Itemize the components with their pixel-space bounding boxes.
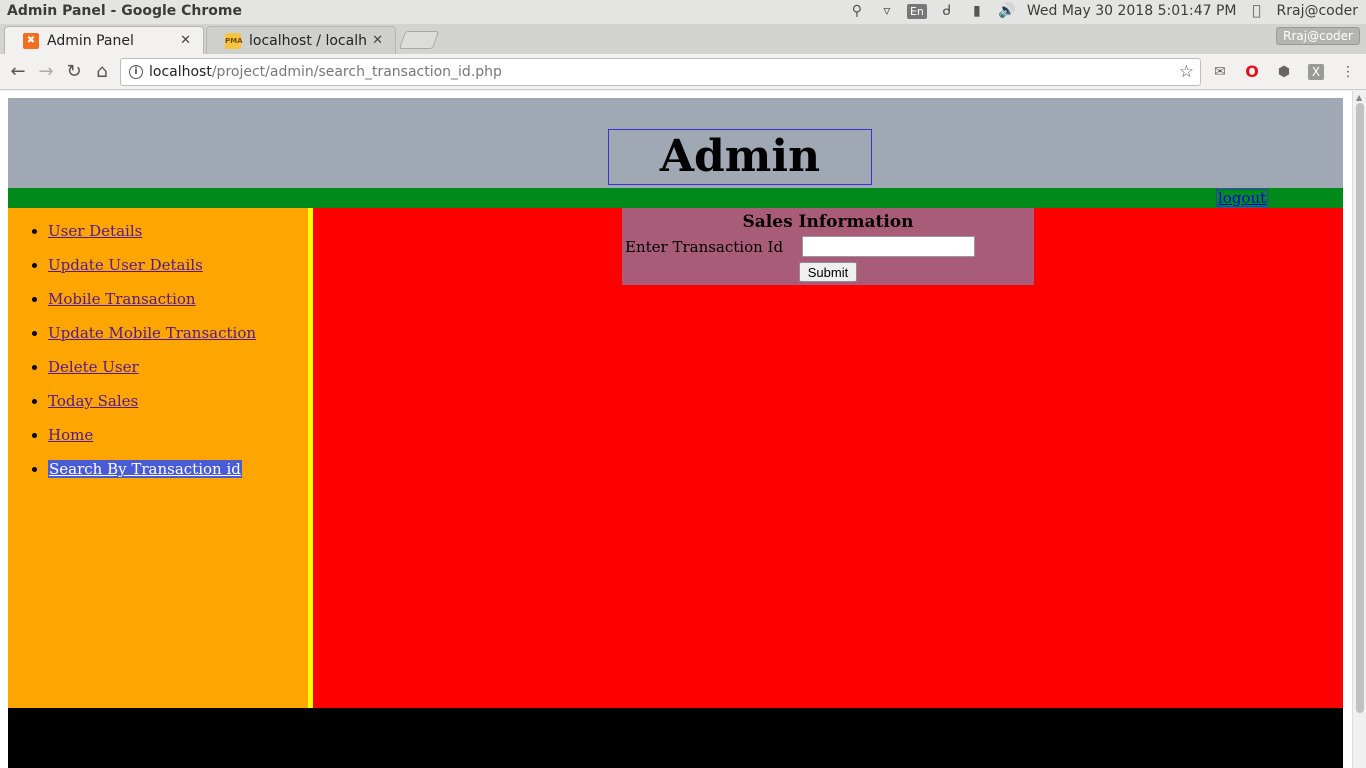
- session-user[interactable]: Rraj@coder: [1277, 3, 1358, 19]
- main-content: Sales Information Enter Transaction Id S…: [313, 208, 1343, 708]
- sidebar-item-delete-user: Delete User: [48, 358, 308, 392]
- mobile-transaction-link[interactable]: Mobile Transaction: [48, 290, 196, 308]
- top-nav-bar: logout: [8, 188, 1343, 208]
- delete-user-link[interactable]: Delete User: [48, 358, 139, 376]
- home-icon[interactable]: ⌂: [90, 60, 114, 84]
- scrollbar-thumb[interactable]: [1356, 103, 1364, 713]
- profile-button[interactable]: Rraj@coder: [1276, 27, 1360, 45]
- page-title: Admin Panel: [608, 129, 872, 236]
- tab-phpmyadmin[interactable]: PMA localhost / localhos ✕: [206, 26, 396, 54]
- bookmark-star-icon[interactable]: ☆: [1179, 62, 1194, 82]
- sidebar-item-mobile-transaction: Mobile Transaction: [48, 290, 308, 324]
- page-header: Admin Panel: [8, 98, 1343, 236]
- apple-icon[interactable]: : [1247, 2, 1267, 20]
- search-by-transaction-id-link[interactable]: Search By Transaction id: [48, 460, 242, 478]
- wifi-icon[interactable]: ▿: [877, 2, 897, 20]
- volume-icon[interactable]: 🔊: [997, 2, 1017, 20]
- menu-kebab-icon[interactable]: ⋮: [1338, 62, 1358, 82]
- sidebar-item-search-by-transaction-id: Search By Transaction id: [48, 460, 308, 494]
- transaction-id-input[interactable]: [802, 236, 975, 257]
- back-icon[interactable]: ←: [6, 60, 30, 84]
- home-link[interactable]: Home: [48, 426, 93, 444]
- battery-icon[interactable]: ▮: [967, 2, 987, 20]
- bluetooth-icon[interactable]: ᑯ: [937, 2, 957, 20]
- transaction-id-label: Enter Transaction Id: [625, 238, 784, 256]
- user-details-link[interactable]: User Details: [48, 222, 142, 240]
- tab-admin-panel[interactable]: ✖ Admin Panel ✕: [4, 26, 204, 54]
- forward-icon[interactable]: →: [34, 60, 58, 84]
- update-user-details-link[interactable]: Update User Details: [48, 256, 203, 274]
- sidebar: User Details Update User Details Mobile …: [8, 208, 308, 708]
- phpmyadmin-favicon-icon: PMA: [225, 32, 243, 49]
- opera-extension-icon[interactable]: O: [1242, 62, 1262, 82]
- reload-icon[interactable]: ↻: [62, 60, 86, 84]
- sidebar-item-update-user-details: Update User Details: [48, 256, 308, 290]
- x-extension-icon[interactable]: X: [1308, 64, 1324, 80]
- tab-label: localhost / localhos: [249, 32, 367, 49]
- tab-strip: ✖ Admin Panel ✕ PMA localhost / localhos…: [0, 24, 1366, 54]
- vertical-scrollbar[interactable]: ▲: [1352, 91, 1366, 768]
- sidebar-item-today-sales: Today Sales: [48, 392, 308, 426]
- tab-label: Admin Panel: [47, 32, 134, 49]
- submit-button[interactable]: Submit: [799, 262, 857, 282]
- xampp-favicon-icon: ✖: [23, 32, 39, 49]
- sidebar-menu: User Details Update User Details Mobile …: [8, 208, 308, 494]
- url-host: localhost: [149, 64, 212, 80]
- os-top-bar: Admin Panel - Google Chrome ⚲ ▿ En ᑯ ▮ 🔊…: [0, 0, 1366, 24]
- browser-toolbar: ← → ↻ ⌂ i localhost/project/admin/search…: [0, 54, 1366, 90]
- cube-extension-icon[interactable]: ⬢: [1274, 62, 1294, 82]
- page-footer: [8, 708, 1343, 768]
- form-title: Sales Information: [742, 212, 914, 232]
- sidebar-item-update-mobile-transaction: Update Mobile Transaction: [48, 324, 308, 358]
- close-tab-icon[interactable]: ✕: [180, 33, 191, 48]
- mail-extension-icon[interactable]: ✉: [1210, 62, 1230, 82]
- url-path: /project/admin/search_transaction_id.php: [211, 64, 502, 80]
- close-tab-icon[interactable]: ✕: [372, 33, 383, 48]
- page-viewport: Admin Panel logout User Details Update U…: [0, 91, 1366, 768]
- window-title: Admin Panel - Google Chrome: [7, 3, 242, 19]
- sidebar-item-home: Home: [48, 426, 308, 460]
- sales-information-form: Sales Information Enter Transaction Id S…: [622, 208, 1034, 285]
- site-info-icon[interactable]: i: [129, 65, 143, 79]
- new-tab-button[interactable]: [398, 31, 440, 49]
- system-tray: ⚲ ▿ En ᑯ ▮ 🔊 Wed May 30 2018 5:01:47 PM …: [847, 2, 1358, 20]
- update-mobile-transaction-link[interactable]: Update Mobile Transaction: [48, 324, 256, 342]
- today-sales-link[interactable]: Today Sales: [48, 392, 138, 410]
- scroll-up-arrow-icon[interactable]: ▲: [1356, 93, 1362, 102]
- sidebar-item-user-details: User Details: [48, 222, 308, 256]
- search-icon[interactable]: ⚲: [847, 2, 867, 20]
- logout-link[interactable]: logout: [1216, 189, 1269, 207]
- admin-page: Admin Panel logout User Details Update U…: [8, 98, 1343, 768]
- keyboard-language-indicator[interactable]: En: [906, 3, 927, 19]
- clock[interactable]: Wed May 30 2018 5:01:47 PM: [1027, 3, 1237, 19]
- address-bar[interactable]: i localhost/project/admin/search_transac…: [120, 58, 1201, 86]
